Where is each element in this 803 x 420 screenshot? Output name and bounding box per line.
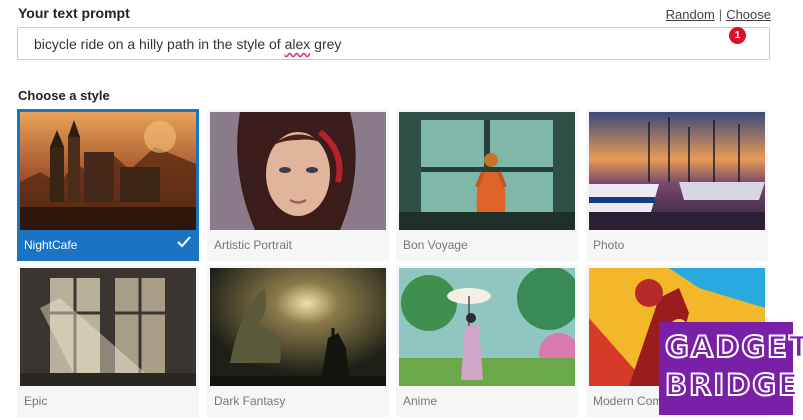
style-tile-dark-fantasy[interactable]: Dark Fantasy — [207, 265, 389, 417]
tile-label: Dark Fantasy — [214, 394, 286, 408]
tile-label: Epic — [24, 394, 48, 408]
choose-link[interactable]: Choose — [726, 7, 771, 22]
style-section-heading: Choose a style — [18, 88, 110, 103]
prompt-links: Random | Choose — [666, 7, 771, 22]
tile-label: Bon Voyage — [403, 238, 468, 252]
style-tile-photo[interactable]: Photo — [586, 109, 768, 261]
style-tile-anime[interactable]: Anime — [396, 265, 578, 417]
notification-badge: 1 — [729, 27, 746, 44]
epic-thumbnail — [20, 268, 196, 386]
random-link[interactable]: Random — [666, 7, 715, 22]
tile-label: Photo — [593, 238, 625, 252]
dark-fantasy-thumbnail — [210, 268, 386, 386]
style-tile-nightcafe[interactable]: NightCafe — [17, 109, 199, 261]
prompt-input[interactable]: bicycle ride on a hilly path in the styl… — [17, 27, 770, 60]
spellcheck-word: alex — [284, 36, 311, 52]
photo-thumbnail — [589, 112, 765, 230]
tile-label: NightCafe — [24, 238, 78, 252]
style-tile-epic[interactable]: Epic — [17, 265, 199, 417]
prompt-input-value: bicycle ride on a hilly path in the styl… — [34, 36, 342, 52]
link-separator: | — [718, 7, 723, 22]
gadget-bridge-watermark-logo: GADGET BRIDGE — [659, 322, 803, 415]
checkmark-icon — [177, 236, 191, 248]
style-tile-bon-voyage[interactable]: Bon Voyage — [396, 109, 578, 261]
prompt-label: Your text prompt — [18, 5, 130, 21]
artistic-portrait-thumbnail — [210, 112, 386, 230]
tile-label: Anime — [403, 394, 438, 408]
style-tile-artistic-portrait[interactable]: Artistic Portrait — [207, 109, 389, 261]
tile-label: Modern Com — [593, 394, 663, 408]
tile-label: Artistic Portrait — [214, 238, 293, 252]
bon-voyage-thumbnail — [399, 112, 575, 230]
anime-thumbnail — [399, 268, 575, 386]
nightcafe-thumbnail — [20, 112, 196, 230]
